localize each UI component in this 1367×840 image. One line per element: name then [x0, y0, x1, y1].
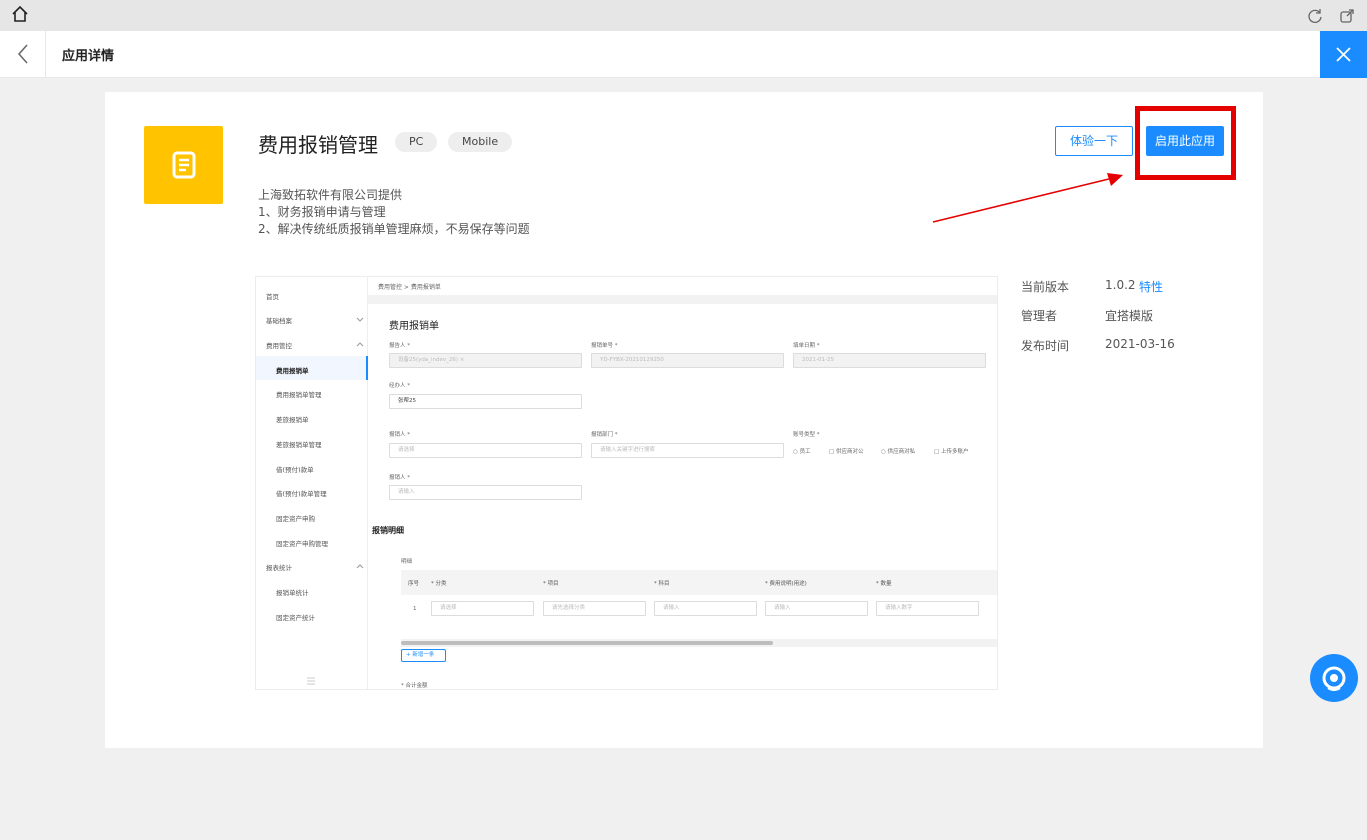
- preview-radio: □ 上传多账户: [934, 449, 969, 455]
- tag-mobile: Mobile: [448, 132, 513, 152]
- close-button[interactable]: [1320, 31, 1367, 78]
- chevron-left-icon: [17, 44, 28, 64]
- app-name: 费用报销管理: [258, 133, 378, 157]
- admin-value: 宜搭模版: [1105, 309, 1154, 323]
- publish-label: 发布时间: [1021, 339, 1070, 353]
- preview-radio: □ 供应商对公: [829, 449, 864, 455]
- preview-sidebar-item: 借(预付)款单管理: [276, 490, 327, 498]
- preview-scrollbar: [401, 639, 997, 647]
- system-bar: [0, 0, 1367, 31]
- preview-add-row-button: + 新增一条: [401, 649, 446, 662]
- preview-field: 2021-01-25: [793, 353, 986, 368]
- preview-sidebar: 首页 基础档案 费用管控 费用报销单 费用报销单管理 差旅报销单 差旅报销单管理…: [256, 277, 368, 689]
- preview-section-title: 报销明细: [372, 526, 404, 535]
- back-button[interactable]: [0, 31, 46, 77]
- preview-cell: 请输入: [765, 601, 868, 616]
- preview-label: 报告人 *: [389, 343, 410, 349]
- preview-label: 填单日期 *: [793, 343, 820, 349]
- preview-label: 明细: [401, 559, 413, 565]
- app-desc-line: 2、解决传统纸质报销单管理麻烦，不易保存等问题: [258, 222, 530, 236]
- preview-sidebar-item: 报表统计: [266, 564, 292, 572]
- preview-column: * 项目: [543, 581, 559, 587]
- app-desc-line: 1、财务报销申请与管理: [258, 205, 386, 219]
- preview-field: 请输入关键字进行搜索: [591, 443, 784, 458]
- page-header: 应用详情: [0, 31, 1367, 78]
- annotation-arrow: [932, 173, 1123, 223]
- preview-sidebar-item: 费用报销单管理: [276, 391, 322, 399]
- refresh-icon[interactable]: [1306, 7, 1324, 25]
- preview-label: 账号类型 *: [793, 432, 820, 438]
- preview-label: 报销人 *: [389, 475, 410, 481]
- app-icon: [144, 126, 223, 204]
- version-label: 当前版本: [1021, 280, 1070, 294]
- preview-column: * 科目: [654, 581, 670, 587]
- preview-sidebar-item: 差旅报销单: [276, 416, 309, 424]
- preview-sidebar-item: 固定资产统计: [276, 614, 315, 622]
- preview-sidebar-item: 借(预付)款单: [276, 466, 314, 474]
- share-icon[interactable]: [1338, 7, 1356, 25]
- preview-column: * 分类: [431, 581, 447, 587]
- app-provider: 上海致拓软件有限公司提供: [258, 188, 403, 202]
- preview-cell: 请输入: [654, 601, 757, 616]
- menu-icon: [307, 677, 315, 685]
- support-button[interactable]: [1310, 654, 1358, 702]
- customer-service-icon: [1322, 666, 1346, 691]
- chevron-up-icon: [356, 564, 364, 569]
- home-icon[interactable]: [10, 4, 30, 24]
- preview-label: 报销部门 *: [591, 432, 618, 438]
- document-icon: [172, 151, 196, 179]
- preview-cell: 1: [413, 606, 417, 612]
- preview-table-header: [401, 570, 997, 595]
- highlight-box: [1135, 106, 1236, 180]
- preview-scrollbar-thumb: [401, 641, 773, 645]
- preview-sidebar-item: 固定资产申购管理: [276, 540, 328, 548]
- preview-label: * 合计金额: [401, 683, 428, 689]
- preview-column: * 费用说明(用途): [765, 581, 807, 587]
- preview-field: YD-FYBX-20210129250: [591, 353, 784, 368]
- preview-field: 张帮25: [389, 394, 582, 409]
- preview-sidebar-item: 基础档案: [266, 317, 292, 325]
- preview-sidebar-item: 首页: [266, 293, 279, 301]
- preview-divider: [368, 295, 997, 304]
- preview-column: 序号: [408, 581, 420, 587]
- preview-field: 请选择: [389, 443, 582, 458]
- preview-label: 报销人 *: [389, 432, 410, 438]
- close-icon: [1336, 47, 1351, 62]
- features-link[interactable]: 特性: [1139, 278, 1163, 295]
- tag-pc: PC: [395, 132, 438, 152]
- preview-sidebar-item: 差旅报销单管理: [276, 441, 322, 449]
- try-button[interactable]: 体验一下: [1055, 126, 1133, 156]
- preview-sidebar-item: 费用报销单: [276, 367, 309, 375]
- preview-sidebar-item: 报销单统计: [276, 589, 309, 597]
- chevron-down-icon: [356, 317, 364, 322]
- app-detail-card: 费用报销管理 PC Mobile 上海致拓软件有限公司提供 1、财务报销申请与管…: [105, 92, 1263, 748]
- preview-form-title: 费用报销单: [389, 321, 439, 332]
- preview-cell: 请先选择分类: [543, 601, 646, 616]
- preview-column: * 数量: [876, 581, 892, 587]
- preview-sidebar-item: 费用管控: [266, 342, 292, 350]
- page-title: 应用详情: [62, 49, 115, 64]
- preview-cell: 请选择: [431, 601, 534, 616]
- admin-label: 管理者: [1021, 309, 1058, 323]
- preview-cell: 请输入数字: [876, 601, 979, 616]
- preview-label: 经办人 *: [389, 383, 410, 389]
- preview-radio: ○ 供应商对私: [881, 449, 916, 455]
- preview-sidebar-item: 固定资产申购: [276, 515, 315, 523]
- version-value: 1.0.2: [1105, 278, 1136, 292]
- preview-radio: ○ 员工: [793, 449, 811, 455]
- publish-date: 2021-03-16: [1105, 337, 1175, 351]
- preview-breadcrumb: 费用管控 > 费用报销单: [378, 284, 441, 291]
- app-preview-screenshot: 首页 基础档案 费用管控 费用报销单 费用报销单管理 差旅报销单 差旅报销单管理…: [255, 276, 998, 690]
- preview-label: 报销单号 *: [591, 343, 618, 349]
- chevron-up-icon: [356, 342, 364, 347]
- preview-field: 设备25(yda_indev_26) ×: [389, 353, 582, 368]
- preview-field: 请输入: [389, 485, 582, 500]
- preview-sidebar-active: [256, 356, 368, 380]
